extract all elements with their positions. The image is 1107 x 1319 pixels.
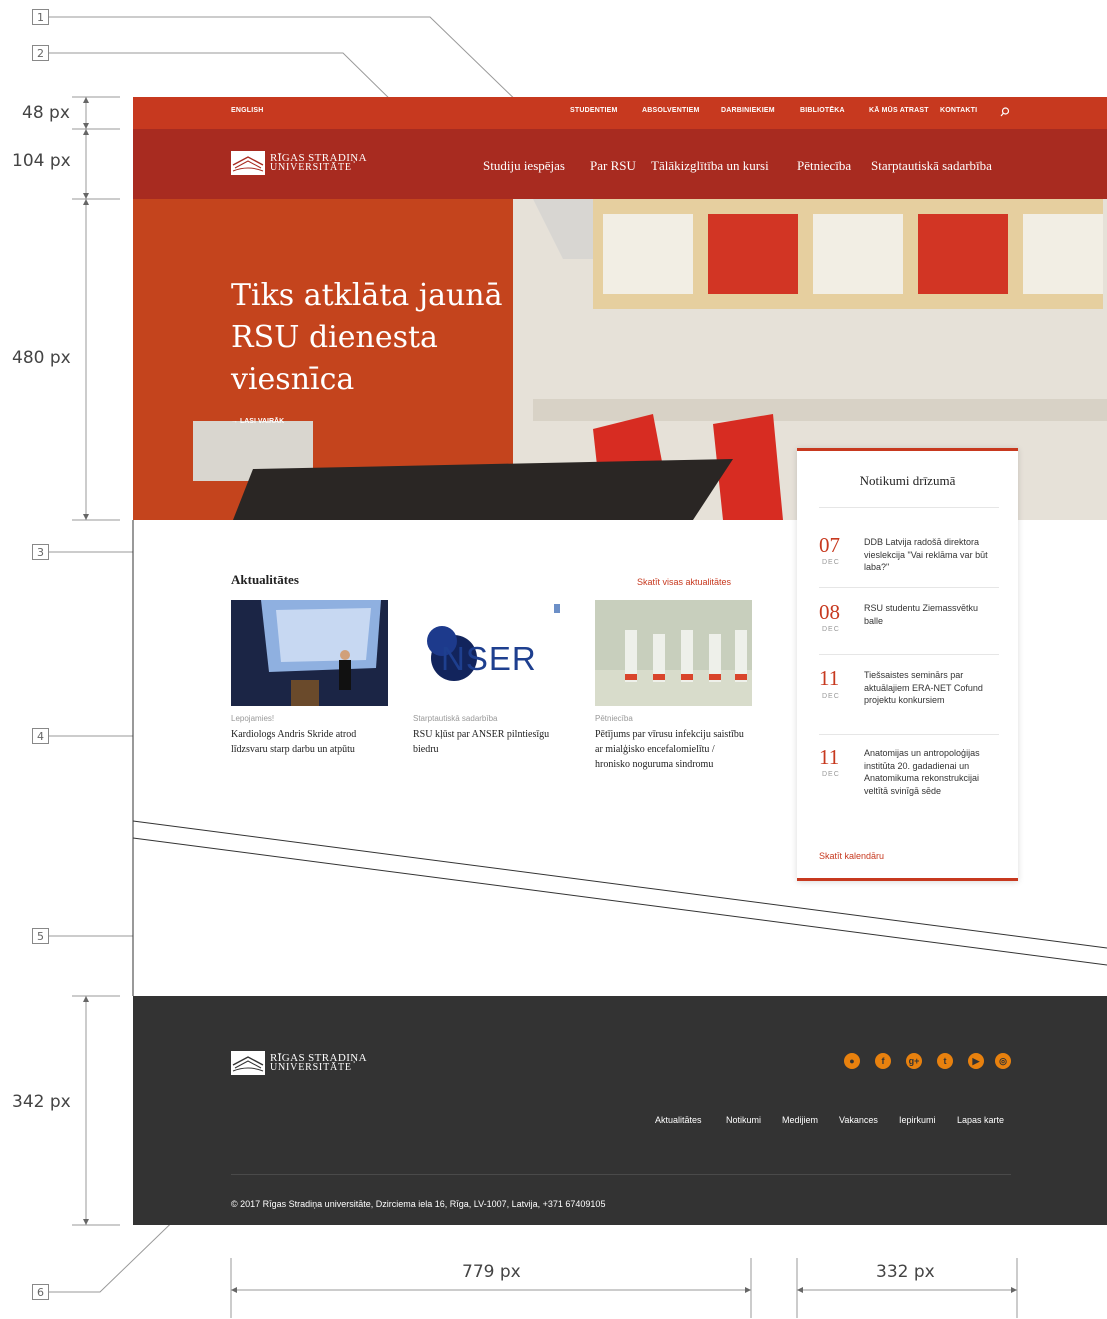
upcoming-events-panel: Notikumi drīzumā 07 DEC DDB Latvija rado… [797, 448, 1018, 881]
callout-3: 3 [32, 544, 49, 560]
logo-line-2: UNIVERSITĀTE [270, 162, 352, 173]
footer-link-sitemap[interactable]: Lapas karte [957, 1115, 1004, 1125]
flickr-icon[interactable]: ● [844, 1053, 860, 1069]
callout-2: 2 [32, 45, 49, 61]
news-image-1[interactable] [231, 600, 388, 706]
callout-5: 5 [32, 928, 49, 944]
dim-topbar: 48 px [22, 103, 70, 123]
facebook-icon[interactable]: f [875, 1053, 891, 1069]
youtube-icon[interactable]: ▶ [968, 1053, 984, 1069]
lab-bottles-photo [595, 600, 752, 706]
dim-nav: 104 px [12, 151, 71, 171]
top-link-location[interactable]: KĀ MŪS ATRAST [869, 107, 929, 114]
search-icon[interactable] [1000, 107, 1010, 117]
event-day-1: 07 [819, 533, 840, 557]
event-month-3: DEC [822, 693, 840, 700]
top-link-contacts[interactable]: KONTAKTI [940, 107, 977, 114]
news-category-3: Pētniecība [595, 714, 633, 723]
twitter-icon[interactable]: t [937, 1053, 953, 1069]
news-image-3[interactable] [595, 600, 752, 706]
calendar-link[interactable]: Skatīt kalendāru [819, 851, 884, 861]
event-day-3: 11 [819, 666, 840, 690]
footer-logo[interactable]: RĪGAS STRADIŅA UNIVERSITĀTE [231, 1051, 367, 1075]
news-title-3[interactable]: Pētījums par vīrusu infekciju saistību a… [595, 727, 752, 772]
google-plus-icon[interactable]: g+ [906, 1053, 922, 1069]
callout-1: 1 [32, 9, 49, 25]
main-navigation: RĪGAS STRADIŅA UNIVERSITĀTE Studiju iesp… [133, 129, 1107, 199]
nav-about[interactable]: Par RSU [590, 158, 636, 174]
hero-title: Tiks atklāta jaunā RSU dienesta viesnīca [231, 275, 561, 401]
top-link-students[interactable]: STUDENTIEM [570, 107, 618, 114]
anser-logo-text: NSER [441, 640, 537, 677]
dim-sidebar-width: 332 px [876, 1262, 935, 1282]
top-link-alumni[interactable]: ABSOLVENTIEM [642, 107, 700, 114]
news-view-all-link[interactable]: Skatīt visas aktualitātes [637, 577, 731, 587]
events-heading: Notikumi drīzumā [859, 473, 956, 488]
footer-link-vacancies[interactable]: Vakances [839, 1115, 878, 1125]
nav-research[interactable]: Pētniecība [797, 158, 851, 174]
instagram-icon[interactable]: ◎ [995, 1053, 1011, 1069]
news-title-1[interactable]: Kardiologs Andris Skride atrod līdzsvaru… [231, 727, 388, 757]
top-link-staff[interactable]: DARBINIEKIEM [721, 107, 775, 114]
nav-international[interactable]: Starptautiskā sadarbība [871, 158, 992, 174]
event-day-4: 11 [819, 745, 840, 769]
top-link-library[interactable]: BIBLIOTĒKA [800, 107, 845, 114]
footer: RĪGAS STRADIŅA UNIVERSITĀTE ● f g+ t ▶ ◎… [133, 996, 1107, 1225]
callout-4: 4 [32, 728, 49, 744]
hero-read-more-link[interactable]: → LASI VAIRĀK [231, 418, 284, 425]
news-title-2[interactable]: RSU kļūst par ANSER pilntiesīgu biedru [413, 727, 570, 757]
footer-link-events[interactable]: Notikumi [726, 1115, 761, 1125]
divider [819, 587, 999, 588]
rsu-logo-icon [231, 1051, 265, 1075]
event-month-2: DEC [822, 626, 840, 633]
news-category-2: Starptautiskā sadarbība [413, 714, 498, 723]
event-title-3[interactable]: Tiešsaistes seminārs par aktuālajiem ERA… [864, 669, 999, 707]
dim-footer: 342 px [12, 1092, 71, 1112]
hero-title-line-2: RSU dienesta viesnīca [231, 320, 438, 397]
event-title-1[interactable]: DDB Latvija radošā direktora vieslekcija… [864, 536, 999, 574]
news-category-1: Lepojamies! [231, 714, 275, 723]
footer-link-procurement[interactable]: Iepirkumi [899, 1115, 936, 1125]
language-link[interactable]: ENGLISH [231, 107, 264, 114]
rsu-logo-icon [231, 151, 265, 175]
footer-divider [231, 1174, 1011, 1175]
footer-link-news[interactable]: Aktualitātes [655, 1115, 702, 1125]
top-utility-bar: ENGLISH STUDENTIEM ABSOLVENTIEM DARBINIE… [133, 97, 1107, 129]
divider [819, 734, 999, 735]
logo[interactable]: RĪGAS STRADIŅA UNIVERSITĀTE [231, 151, 367, 175]
divider [819, 507, 999, 508]
footer-copyright: © 2017 Rīgas Stradiņa universitāte, Dzir… [231, 1199, 606, 1209]
lecture-photo [231, 600, 388, 706]
hero-title-line-1: Tiks atklāta jaunā [231, 278, 503, 313]
news-heading: Aktualitātes [231, 572, 299, 587]
footer-link-media[interactable]: Medijiem [782, 1115, 818, 1125]
divider [819, 654, 999, 655]
dim-content-width: 779 px [462, 1262, 521, 1282]
footer-logo-line-2: UNIVERSITĀTE [270, 1062, 352, 1073]
event-title-2[interactable]: RSU studentu Ziemassvētku balle [864, 602, 999, 627]
nav-further-education[interactable]: Tālākizglītība un kursi [651, 158, 769, 174]
nav-study-options[interactable]: Studiju iespējas [483, 158, 565, 174]
event-month-4: DEC [822, 771, 840, 778]
news-image-2[interactable]: NSER [413, 600, 570, 706]
callout-6: 6 [32, 1284, 49, 1300]
event-title-4[interactable]: Anatomijas un antropoloģijas institūta 2… [864, 747, 999, 797]
event-month-1: DEC [822, 559, 840, 566]
event-day-2: 08 [819, 600, 840, 624]
dim-hero: 480 px [12, 348, 71, 368]
